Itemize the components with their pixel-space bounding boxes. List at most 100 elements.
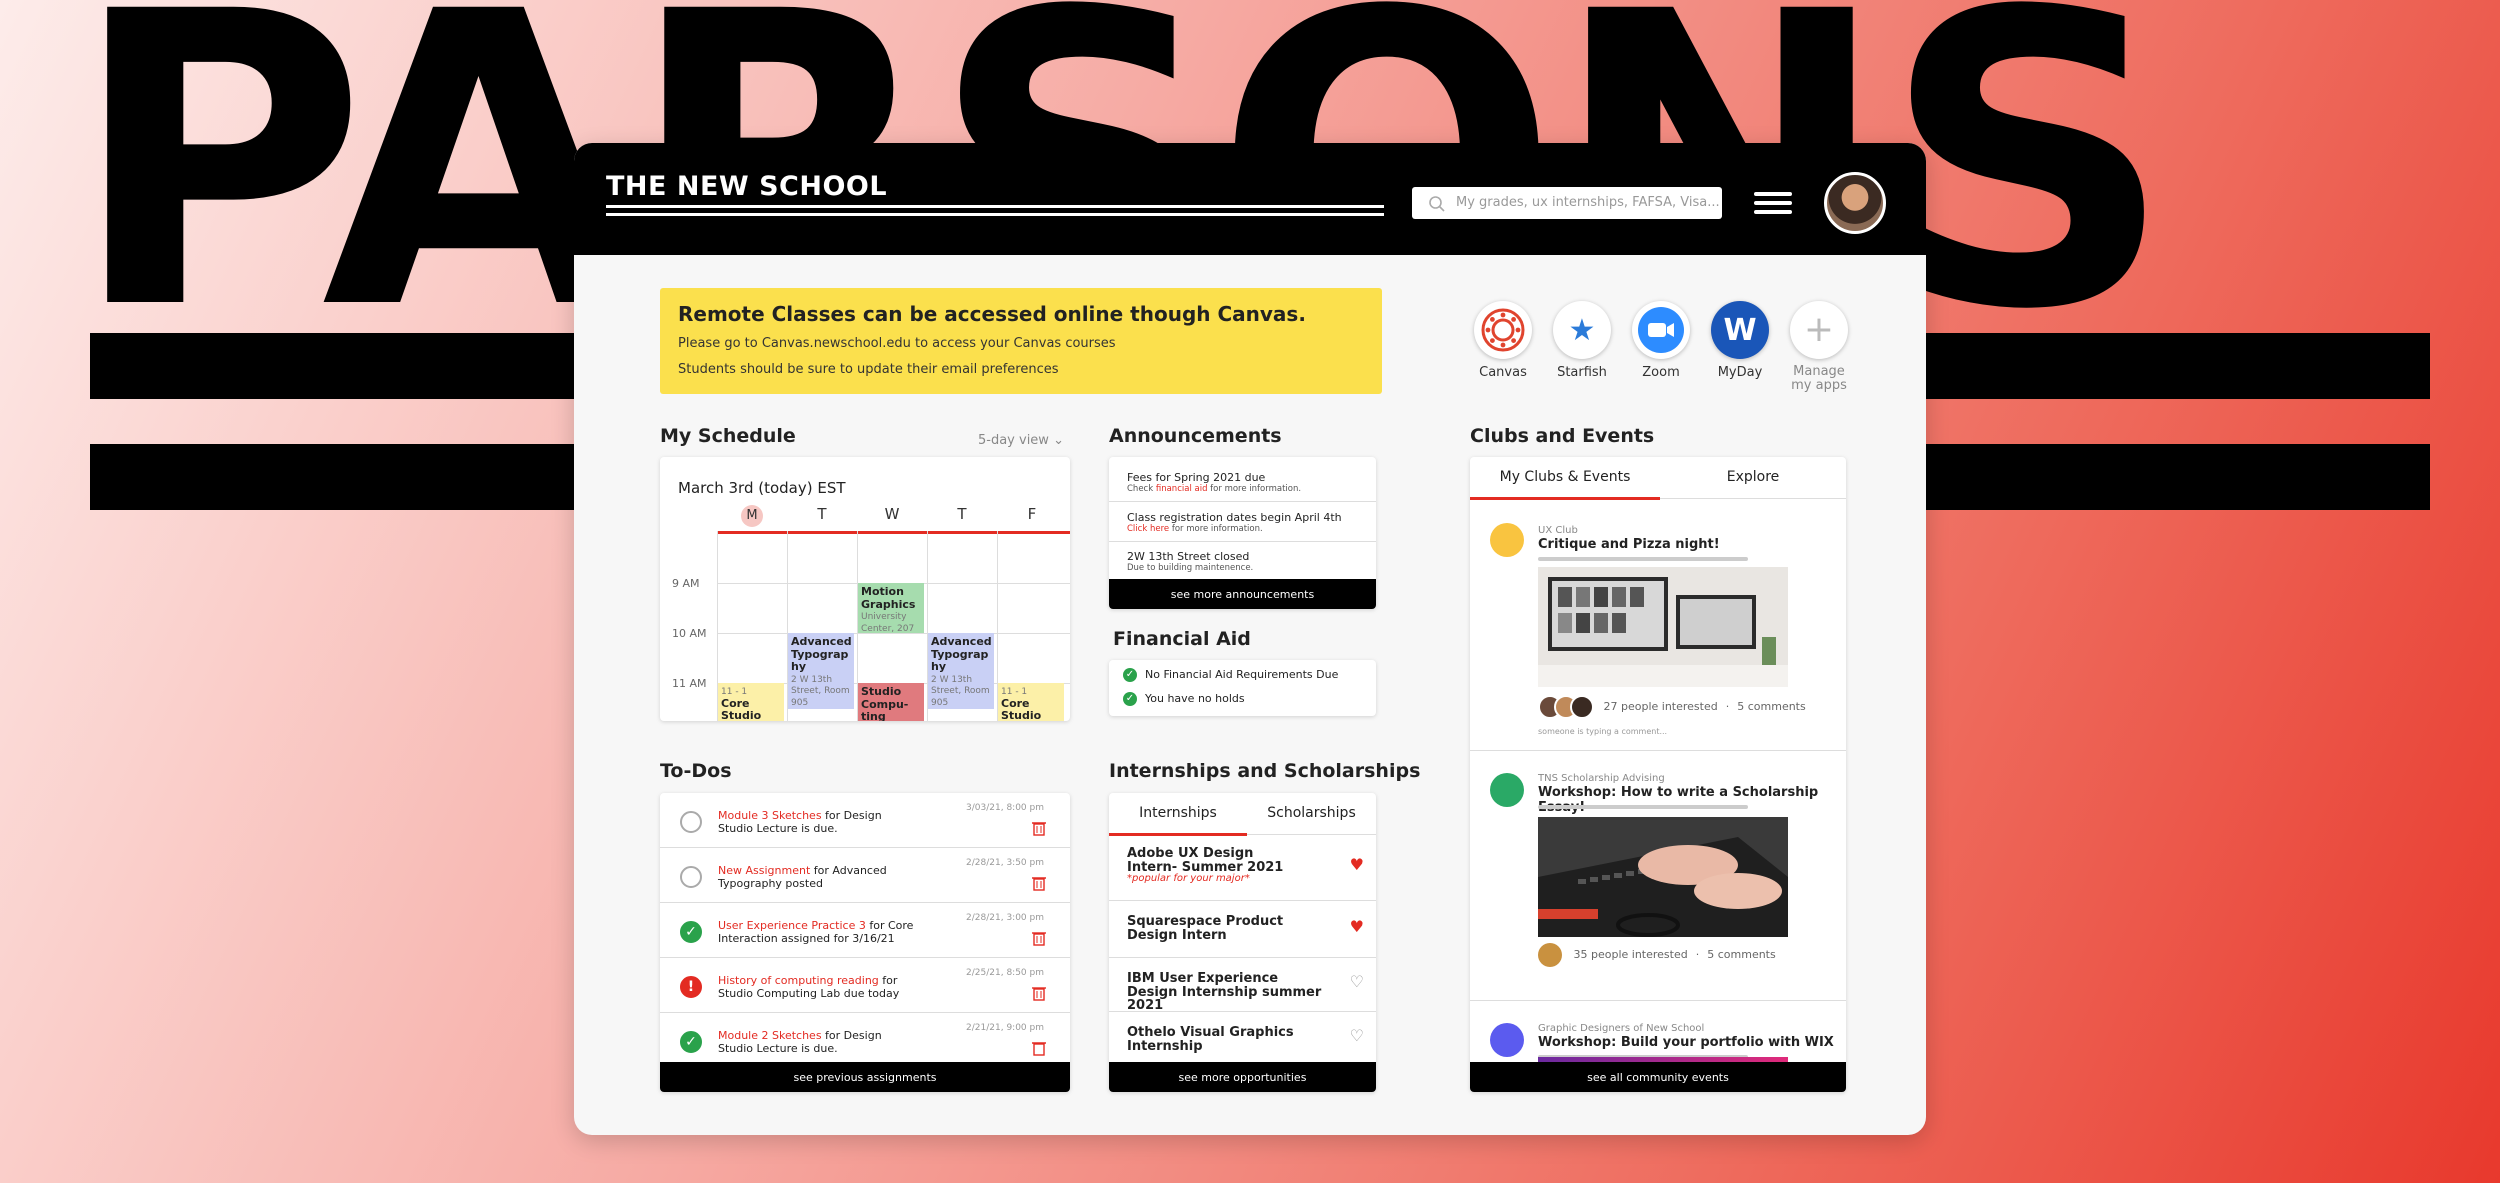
event-image [1538, 817, 1788, 937]
schedule-title: My Schedule [660, 425, 796, 447]
day-header[interactable]: T [927, 505, 997, 523]
opportunity-note: *popular for your major* [1127, 873, 1250, 885]
opportunity-item[interactable]: Squarespace Product Design Intern ♥ [1109, 901, 1376, 958]
opportunity-title: Adobe UX Design Intern- Summer 2021 [1127, 846, 1284, 875]
trash-icon[interactable] [1032, 930, 1046, 946]
chevron-down-icon: ⌄ [1053, 433, 1064, 448]
tab-scholarships[interactable]: Scholarships [1247, 805, 1376, 821]
see-all-community-events-button[interactable]: see all community events [1470, 1062, 1846, 1092]
banner-title: Remote Classes can be accessed online th… [678, 302, 1306, 326]
announcement-item[interactable]: 2W 13th Street closed Due to building mai… [1127, 550, 1253, 573]
todo-date: 2/25/21, 8:50 pm [966, 968, 1044, 978]
event-placeholder-bar [1538, 805, 1748, 809]
club-org: TNS Scholarship Advising [1538, 773, 1665, 784]
myday-icon: W [1711, 301, 1769, 359]
announcement-item[interactable]: Fees for Spring 2021 due Check financial … [1127, 471, 1301, 494]
todo-link[interactable]: History of computing reading [718, 974, 879, 987]
internships-title: Internships and Scholarships [1109, 760, 1421, 782]
todo-item: ✓ Module 2 Sketches for Design Studio Le… [660, 1013, 1070, 1068]
day-header[interactable]: T [787, 505, 857, 523]
todo-checkbox[interactable]: ✓ [680, 1031, 702, 1053]
club-event-card[interactable]: UX Club Critique and Pizza night! 27 peo… [1470, 499, 1846, 751]
app-myday[interactable]: W MyDay [1705, 301, 1775, 380]
search-icon [1429, 196, 1445, 212]
event-image [1538, 567, 1788, 687]
time-label: 9 AM [672, 577, 700, 590]
avatar[interactable] [1824, 172, 1886, 234]
heart-outline-icon[interactable]: ♡ [1350, 1026, 1364, 1045]
financial-aid-link[interactable]: financial aid [1156, 484, 1208, 494]
schedule-panel: March 3rd (today) EST M T W T F 9 AM 10 … [660, 457, 1070, 721]
hamburger-menu-icon[interactable] [1754, 192, 1792, 214]
calendar-event[interactable]: Advanced Typograp hy 2 W 13th Street, Roo… [928, 633, 994, 709]
financial-aid-item: ✓ You have no holds [1123, 692, 1245, 706]
banner-line: Please go to Canvas.newschool.edu to acc… [678, 336, 1116, 351]
app-starfish[interactable]: ★ Starfish [1547, 301, 1617, 380]
search-input[interactable]: My grades, ux internships, FAFSA, Visa..… [1412, 187, 1722, 219]
heart-outline-icon[interactable]: ♡ [1350, 972, 1364, 991]
announcement-item[interactable]: Class registration dates begin April 4th… [1127, 511, 1342, 534]
portal-window: THE NEW SCHOOL My grades, ux internships… [574, 143, 1926, 1135]
trash-icon[interactable] [1032, 875, 1046, 891]
calendar-event[interactable]: 11 - 1 Core Studio [718, 683, 784, 721]
alert-icon[interactable]: ! [680, 976, 702, 998]
todos-panel: Module 3 Sketches for Design Studio Lect… [660, 793, 1070, 1092]
club-event-card[interactable]: TNS Scholarship Advising Workshop: How t… [1470, 751, 1846, 1001]
calendar-event[interactable]: Advanced Typograp hy 2 W 13th Street, Roo… [788, 633, 854, 709]
schedule-divider [717, 531, 1070, 534]
todo-link[interactable]: User Experience Practice 3 [718, 919, 866, 932]
calendar-event[interactable]: 11 - 1 Core Studio [998, 683, 1064, 721]
view-select[interactable]: 5-day view ⌄ [978, 433, 1064, 448]
heart-filled-icon[interactable]: ♥ [1350, 855, 1364, 874]
app-manage[interactable]: + Manage my apps [1784, 301, 1854, 392]
tab-explore[interactable]: Explore [1660, 469, 1846, 485]
club-logo [1490, 773, 1524, 807]
see-previous-assignments-button[interactable]: see previous assignments [660, 1062, 1070, 1092]
todo-date: 3/03/21, 8:00 pm [966, 803, 1044, 813]
event-meta: 27 people interested · 5 comments [1538, 695, 1806, 719]
calendar-event[interactable]: Motion Graphics University Center, 207 [858, 583, 924, 633]
club-event-card[interactable]: Graphic Designers of New School Workshop… [1470, 1001, 1846, 1061]
logo-underline [606, 213, 1384, 216]
todo-date: 2/28/21, 3:00 pm [966, 913, 1044, 923]
canvas-icon [1474, 301, 1532, 359]
todo-checkbox[interactable] [680, 811, 702, 833]
day-header[interactable]: F [997, 505, 1067, 523]
opportunity-item[interactable]: Othelo Visual Graphics Internship ♡ [1109, 1012, 1376, 1062]
click-here-link[interactable]: Click here [1127, 524, 1169, 534]
comments-count[interactable]: 5 comments [1737, 700, 1806, 713]
app-zoom[interactable]: Zoom [1626, 301, 1696, 380]
search-placeholder: My grades, ux internships, FAFSA, Visa..… [1456, 195, 1720, 210]
club-logo [1490, 523, 1524, 557]
todo-link[interactable]: Module 2 Sketches [718, 1029, 822, 1042]
schedule-date: March 3rd (today) EST [678, 479, 846, 497]
tab-internships[interactable]: Internships [1109, 805, 1247, 821]
app-canvas[interactable]: Canvas [1468, 301, 1538, 380]
opportunity-item[interactable]: IBM User Experience Design Internship su… [1109, 958, 1376, 1013]
day-header[interactable]: M [717, 505, 787, 527]
todo-link[interactable]: New Assignment [718, 864, 810, 877]
financial-aid-title: Financial Aid [1113, 628, 1251, 650]
todo-checkbox[interactable] [680, 866, 702, 888]
day-header[interactable]: W [857, 505, 927, 523]
view-select-label: 5-day view [978, 433, 1049, 448]
time-label: 11 AM [672, 677, 707, 690]
internships-panel: Internships Scholarships Adobe UX Design… [1109, 793, 1376, 1092]
opportunity-item[interactable]: Adobe UX Design Intern- Summer 2021 *popu… [1109, 835, 1376, 901]
top-bar: THE NEW SCHOOL My grades, ux internships… [574, 143, 1926, 255]
trash-icon[interactable] [1032, 985, 1046, 1001]
calendar-event[interactable]: Studio Compu- ting [858, 683, 924, 721]
interested-count[interactable]: 35 people interested [1574, 948, 1688, 961]
todo-link[interactable]: Module 3 Sketches [718, 809, 822, 822]
see-more-announcements-button[interactable]: see more announcements [1109, 579, 1376, 609]
logo[interactable]: THE NEW SCHOOL [606, 171, 887, 202]
heart-filled-icon[interactable]: ♥ [1350, 917, 1364, 936]
comments-count[interactable]: 5 comments [1707, 948, 1776, 961]
todo-checkbox[interactable]: ✓ [680, 921, 702, 943]
see-more-opportunities-button[interactable]: see more opportunities [1109, 1062, 1376, 1092]
tab-my-clubs[interactable]: My Clubs & Events [1470, 469, 1660, 485]
clubs-panel: My Clubs & Events Explore UX Club Critiq… [1470, 457, 1846, 1092]
trash-icon[interactable] [1032, 820, 1046, 836]
trash-icon[interactable] [1032, 1040, 1046, 1056]
interested-count[interactable]: 27 people interested [1604, 700, 1718, 713]
